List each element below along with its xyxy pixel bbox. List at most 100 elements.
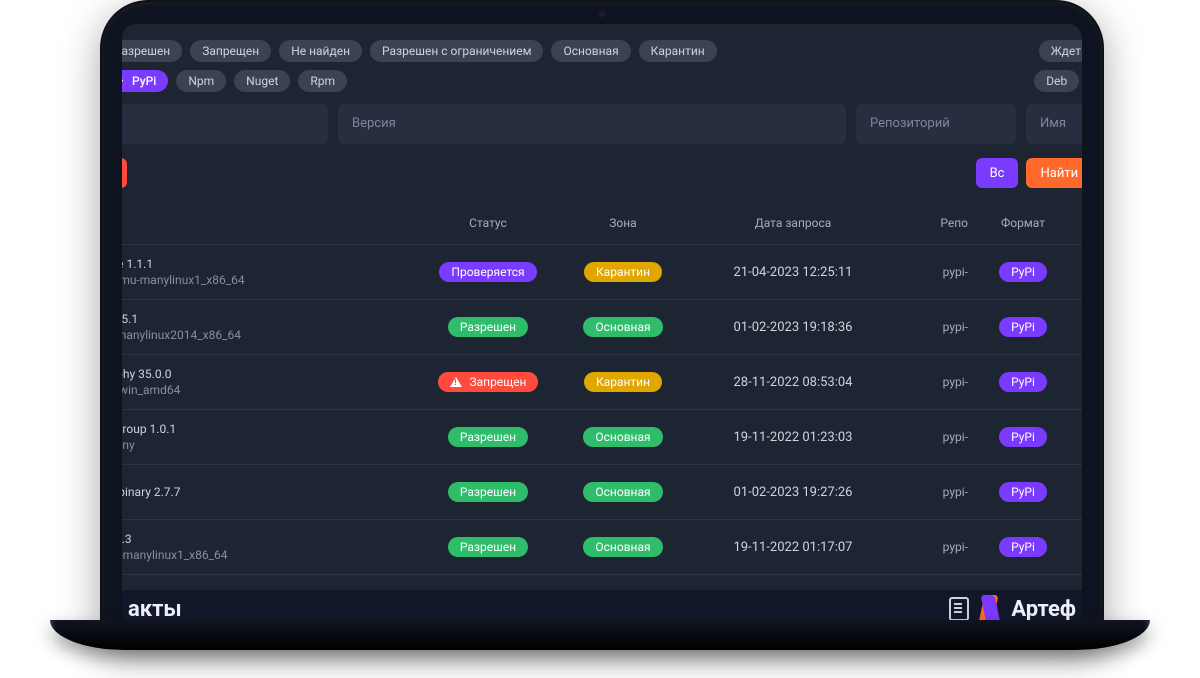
status-text: Разрешен <box>460 320 516 334</box>
status-pill-notfound[interactable]: Не найден <box>279 40 362 62</box>
cell-package: rkupSafe 1.1.127-cp27mu-manylinux1_x86_6… <box>122 256 418 288</box>
name-input[interactable]: Имя <box>1026 104 1082 144</box>
table-row[interactable]: ceptiongroup 1.0.13-none-any Разрешен Осно… <box>122 409 1082 464</box>
cell-zone: Основная <box>558 427 688 447</box>
status-text: Разрешен <box>460 540 516 554</box>
zone-badge: Карантин <box>584 262 662 282</box>
table-row[interactable]: ycopg2-binary 2.7.7РазрешенОсновная01-02… <box>122 464 1082 519</box>
format-badge: PyPi <box>999 482 1047 502</box>
cell-repo: pypi- <box>898 540 968 554</box>
status-text: Проверяется <box>451 265 524 279</box>
cell-status: Разрешен <box>418 482 558 502</box>
pkg-variant: 3-none-any <box>122 437 418 453</box>
status-filter-row: веряется Разрешен Запрещен Не найден Раз… <box>122 40 1082 62</box>
find-button[interactable]: Найти <box>1026 158 1082 188</box>
source-pill-npm[interactable]: Npm <box>176 70 226 92</box>
cell-package: yptography 35.0.036-abi3-win_amd64 <box>122 366 418 398</box>
warning-icon <box>450 377 462 387</box>
pill-label: PyPi <box>132 73 156 89</box>
col-pa[interactable]: Па <box>1078 216 1082 230</box>
cell-package: ceptiongroup 1.0.13-none-any <box>122 421 418 453</box>
cell-zone: Карантин <box>558 372 688 392</box>
cell-date: 21-04-2023 12:25:11 <box>688 265 898 280</box>
cell-pa: pypy <box>1078 313 1082 341</box>
brand-name: Артеф <box>1011 597 1076 622</box>
cell-repo: pypi- <box>898 265 968 279</box>
cell-format: PyPi <box>968 482 1078 502</box>
filters-button[interactable]: ильтры <box>122 158 127 188</box>
version-input[interactable]: Версия <box>338 104 846 144</box>
zone-badge: Основная <box>583 427 662 447</box>
source-pill-deb[interactable]: Deb <box>1034 70 1079 92</box>
cell-pa: Maср <box>1078 258 1082 286</box>
document-icon <box>949 597 969 621</box>
cell-repo: pypi- <box>898 430 968 444</box>
status-badge: Разрешен <box>448 427 528 447</box>
source-pill-pypi[interactable]: PyPi <box>122 70 168 92</box>
col-date[interactable]: Дата запроса <box>688 216 898 230</box>
cell-repo: pypi- <box>898 320 968 334</box>
package-input[interactable] <box>122 104 328 144</box>
source-pill-rpm[interactable]: Rpm <box>298 70 347 92</box>
col-format[interactable]: Формат <box>968 216 1078 230</box>
table-row[interactable]: installer 5.13-none-manylinux2014_x86_64… <box>122 299 1082 354</box>
cell-format: PyPi <box>968 372 1078 392</box>
pkg-name: yptography 35.0.0 <box>122 366 418 382</box>
format-badge: PyPi <box>999 372 1047 392</box>
pkg-name: rkupSafe 1.1.1 <box>122 256 418 272</box>
laptop-mockup: веряется Разрешен Запрещен Не найден Раз… <box>0 0 1200 678</box>
cell-status: Разрешен <box>418 317 558 337</box>
cell-format: PyPi <box>968 537 1078 557</box>
status-pill-waiting[interactable]: Ждет проверки <box>1039 40 1082 62</box>
format-badge: PyPi <box>999 537 1047 557</box>
format-badge: PyPi <box>999 427 1047 447</box>
pkg-name: ndas 1.2.3 <box>122 531 418 547</box>
pkg-variant: 3-none-manylinux2014_x86_64 <box>122 327 418 343</box>
zone-badge: Основная <box>583 537 662 557</box>
laptop-body: веряется Разрешен Запрещен Не найден Раз… <box>100 0 1104 644</box>
format-badge: PyPi <box>999 317 1047 337</box>
cell-pa: cryср <box>1078 368 1082 396</box>
screen: веряется Разрешен Запрещен Не найден Раз… <box>122 24 1082 628</box>
source-pill-nuget[interactable]: Nuget <box>234 70 290 92</box>
cell-format: PyPi <box>968 427 1078 447</box>
table-row[interactable]: yptography 35.0.036-abi3-win_amd64 Запрещ… <box>122 354 1082 409</box>
table-row[interactable]: rkupSafe 1.1.127-cp27mu-manylinux1_x86_6… <box>122 244 1082 299</box>
cell-package: ycopg2-binary 2.7.7 <box>122 484 418 500</box>
status-pill-allowed[interactable]: Разрешен <box>122 40 182 62</box>
status-pill-quarantine[interactable]: Карантин <box>639 40 717 62</box>
cell-status: Проверяется <box>418 262 558 282</box>
table-header: кет Статус Зона Дата запроса Репо Формат… <box>122 202 1082 244</box>
status-badge: Проверяется <box>439 262 536 282</box>
status-pill-restricted[interactable]: Разрешен с ограничением <box>370 40 543 62</box>
cell-repo: pypi- <box>898 485 968 499</box>
cell-date: 19-11-2022 01:17:07 <box>688 540 898 555</box>
col-package[interactable]: кет <box>122 216 418 230</box>
zone-badge: Основная <box>583 482 662 502</box>
source-filter-row: PyPi Npm Nuget Rpm Deb Gem Maven <box>122 70 1082 92</box>
status-badge: Разрешен <box>448 482 528 502</box>
repo-input[interactable]: Репозиторий <box>856 104 1016 144</box>
cell-package: ndas 1.2.338-cp38-manylinux1_x86_64 <box>122 531 418 563</box>
col-repo[interactable]: Репо <box>898 216 968 230</box>
cell-status: Разрешен <box>418 427 558 447</box>
cell-status: Разрешен <box>418 537 558 557</box>
cell-date: 01-02-2023 19:18:36 <box>688 320 898 335</box>
zone-badge: Основная <box>583 317 662 337</box>
cell-pa: ps <box>1078 485 1082 499</box>
table-row[interactable]: ndas 1.2.338-cp38-manylinux1_x86_64 Разре… <box>122 519 1082 574</box>
col-status[interactable]: Статус <box>418 216 558 230</box>
col-zone[interactable]: Зона <box>558 216 688 230</box>
check-icon <box>122 75 126 87</box>
pkg-name: installer 5.1 <box>122 311 418 327</box>
status-pill-denied[interactable]: Запрещен <box>190 40 271 62</box>
status-badge: Разрешен <box>448 537 528 557</box>
footer-title: акты <box>128 597 182 622</box>
zone-badge: Карантин <box>584 372 662 392</box>
status-pill-main[interactable]: Основная <box>551 40 630 62</box>
status-text: Разрешен <box>460 430 516 444</box>
table-body: rkupSafe 1.1.127-cp27mu-manylinux1_x86_6… <box>122 244 1082 628</box>
app-root: веряется Разрешен Запрещен Не найден Раз… <box>122 40 1082 610</box>
status-badge: Запрещен <box>438 372 539 392</box>
all-button[interactable]: Вс <box>976 158 1019 188</box>
